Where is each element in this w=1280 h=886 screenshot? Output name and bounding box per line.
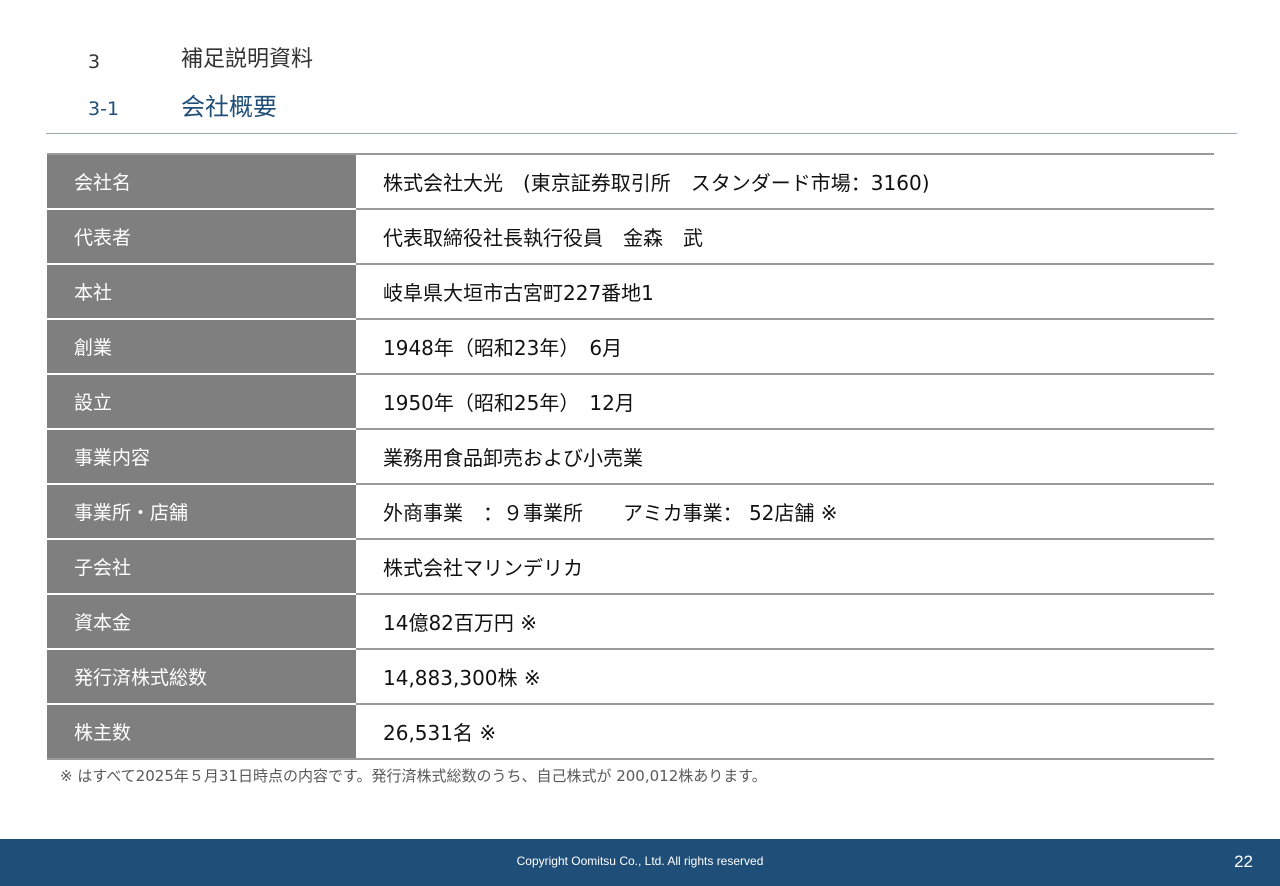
row-value: 代表取締役社長執行役員 金森 武 xyxy=(356,208,1214,264)
row-value: 26,531名 ※ xyxy=(356,703,1214,760)
table-row: 株主数 26,531名 ※ xyxy=(47,703,1214,760)
section-title: 補足説明資料 xyxy=(181,47,314,72)
heading-divider xyxy=(46,133,1237,134)
row-label: 会社名 xyxy=(47,153,356,209)
row-label: 代表者 xyxy=(47,208,356,264)
table-row: 創業 1948年（昭和23年） 6月 xyxy=(47,318,1214,374)
page-number: 22 xyxy=(1234,852,1253,871)
subsection-heading: 3-1 会社概要 xyxy=(0,90,1280,124)
footer-bar: Copyright Oomitsu Co., Ltd. All rights r… xyxy=(0,839,1280,886)
row-label: 子会社 xyxy=(47,538,356,594)
row-value: 株式会社大光 (東京証券取引所 スタンダード市場：3160) xyxy=(356,153,1214,209)
row-label: 設立 xyxy=(47,373,356,429)
row-value: 14億82百万円 ※ xyxy=(356,593,1214,649)
row-label: 発行済株式総数 xyxy=(47,648,356,704)
company-overview-table: 会社名 株式会社大光 (東京証券取引所 スタンダード市場：3160) 代表者 代… xyxy=(47,153,1214,760)
table-row: 事業所・店舗 外商事業 ：９事業所 アミカ事業： 52店舗 ※ xyxy=(47,483,1214,539)
row-value: 業務用食品卸売および小売業 xyxy=(356,428,1214,484)
row-label: 本社 xyxy=(47,263,356,319)
table-row: 発行済株式総数 14,883,300株 ※ xyxy=(47,648,1214,704)
row-value: 株式会社マリンデリカ xyxy=(356,538,1214,594)
row-value: 岐阜県大垣市古宮町227番地1 xyxy=(356,263,1214,319)
table-row: 事業内容 業務用食品卸売および小売業 xyxy=(47,428,1214,484)
section-heading: 3 補足説明資料 xyxy=(0,43,1280,77)
section-number: 3 xyxy=(88,51,101,73)
table-row: 代表者 代表取締役社長執行役員 金森 武 xyxy=(47,208,1214,264)
slide-page: 3 補足説明資料 3-1 会社概要 会社名 株式会社大光 (東京証券取引所 スタ… xyxy=(0,0,1280,886)
row-label: 資本金 xyxy=(47,593,356,649)
subsection-number: 3-1 xyxy=(88,98,120,120)
row-label: 事業内容 xyxy=(47,428,356,484)
table-row: 会社名 株式会社大光 (東京証券取引所 スタンダード市場：3160) xyxy=(47,153,1214,209)
copyright-text: Copyright Oomitsu Co., Ltd. All rights r… xyxy=(516,854,764,868)
row-label: 株主数 xyxy=(47,703,356,760)
table-row: 資本金 14億82百万円 ※ xyxy=(47,593,1214,649)
row-value: 外商事業 ：９事業所 アミカ事業： 52店舗 ※ xyxy=(356,483,1214,539)
table-row: 設立 1950年（昭和25年） 12月 xyxy=(47,373,1214,429)
row-value: 1948年（昭和23年） 6月 xyxy=(356,318,1214,374)
row-value: 1950年（昭和25年） 12月 xyxy=(356,373,1214,429)
row-label: 創業 xyxy=(47,318,356,374)
table-row: 本社 岐阜県大垣市古宮町227番地1 xyxy=(47,263,1214,319)
row-value: 14,883,300株 ※ xyxy=(356,648,1214,704)
footnote: ※ はすべて2025年５月31日時点の内容です。発行済株式総数のうち、自己株式が… xyxy=(60,767,767,785)
row-label: 事業所・店舗 xyxy=(47,483,356,539)
subsection-title: 会社概要 xyxy=(181,93,277,121)
table-row: 子会社 株式会社マリンデリカ xyxy=(47,538,1214,594)
